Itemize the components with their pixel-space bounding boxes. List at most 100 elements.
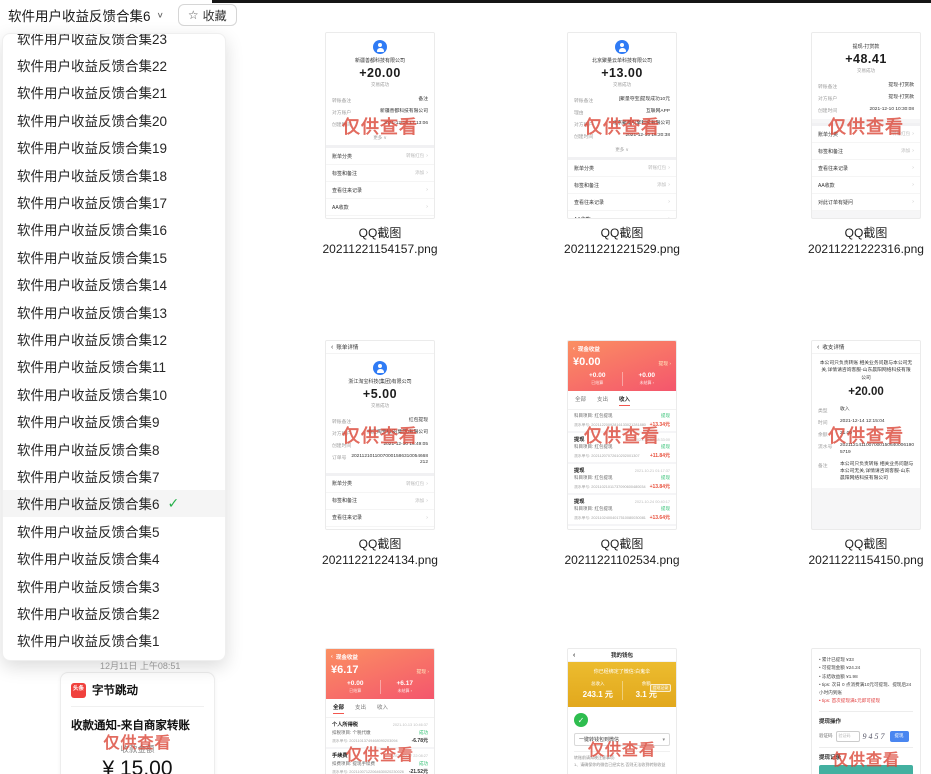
bill-menu-item[interactable]: 标签和备注添加› bbox=[812, 143, 920, 160]
bill-menu-item[interactable]: 标签和备注添加› bbox=[568, 177, 676, 194]
income-entries: 科目项目: 红包提现提现流水单号: 2021122009281613302128… bbox=[568, 410, 676, 530]
wallet-header: 你已经绑定了微信:白鬼伞 提现记录 总收入243.1 元余额3.1 元 bbox=[568, 662, 676, 707]
bill-menu-item[interactable]: 标签和备注添加› bbox=[326, 165, 434, 182]
thumbnail-image[interactable]: 北京聚量云单科技有限公司 +13.00 交易成功 转账备注[聚量夺宝]提现成功1… bbox=[567, 32, 677, 219]
dropdown-item[interactable]: 软件用户收益反馈合集6✓ bbox=[3, 490, 225, 517]
dropdown-item[interactable]: 软件用户收益反馈合集18 bbox=[3, 161, 225, 188]
bill-amount: +5.00 bbox=[330, 387, 430, 401]
gallery-cell[interactable]: 累计已提现 ¥33可提现金额 ¥24.24冻结收益额 ¥1.98tips: 次日… bbox=[786, 648, 931, 774]
income-tab[interactable]: 全部 bbox=[575, 395, 586, 406]
entry-serial: 流水单号: 20211021011737090600480034 bbox=[574, 485, 646, 490]
dropdown-item[interactable]: 软件用户收益反馈合集16 bbox=[3, 216, 225, 243]
dropdown-item[interactable]: 软件用户收益反馈合集1 bbox=[3, 627, 225, 654]
menu-label: 查看往来记录 bbox=[332, 514, 362, 521]
dropdown-item[interactable]: 软件用户收益反馈合集20 bbox=[3, 106, 225, 133]
gallery-cell[interactable]: ‹ 账单详情 浙江淘宝科技(集团)有限公司 +5.00 交易成功 转账备注红包提… bbox=[300, 340, 460, 568]
bill-summary: 新疆善都科技有限公司 +20.00 交易成功 bbox=[326, 33, 434, 92]
thumbnail-image[interactable]: 累计已提现 ¥33可提现金额 ¥24.24冻结收益额 ¥1.98tips: 次日… bbox=[811, 648, 921, 774]
entry-category: 科目项目: 红包提现提现 bbox=[574, 413, 670, 419]
bill-row: 创建时间2021-12-10 16:49:05 bbox=[332, 439, 428, 451]
gallery-cell[interactable]: ‹ 收支详情 本公司只负责转账 相关业务问题与本公司无关,详情请咨询客服-山东晨… bbox=[786, 340, 931, 568]
dropdown-item[interactable]: 软件用户收益反馈合集22 bbox=[3, 51, 225, 78]
income-stat: +6.17未结算 › bbox=[380, 680, 430, 694]
thumbnail-image[interactable]: 提现-打赏款 +48.41 交易成功 转账备注提现-打赏款对方账户提现-打赏款创… bbox=[811, 32, 921, 219]
entry-amount: +11.84元 bbox=[650, 452, 670, 459]
dropdown-item-label: 软件用户收益反馈合集20 bbox=[17, 110, 167, 130]
income-tab[interactable]: 支出 bbox=[597, 395, 608, 406]
bill-menu-item[interactable]: 对此订单有疑问› bbox=[326, 216, 434, 219]
gallery-cell[interactable]: ‹ 我的钱包 你已经绑定了微信:白鬼伞 提现记录 总收入243.1 元余额3.1… bbox=[542, 648, 702, 774]
thumbnail-image[interactable]: ‹ 现金收益 ¥0.00 提现 › +0.00已结算+0.00未结算 › 全部支… bbox=[567, 340, 677, 530]
dropdown-item[interactable]: 软件用户收益反馈合集17 bbox=[3, 188, 225, 215]
gallery-cell[interactable]: 北京聚量云单科技有限公司 +13.00 交易成功 转账备注[聚量夺宝]提现成功1… bbox=[542, 32, 702, 257]
bill-menu-item[interactable]: 查看往来记录› bbox=[326, 182, 434, 199]
bill-menu-item[interactable]: 查看往来记录› bbox=[568, 194, 676, 211]
income-tab[interactable]: 支出 bbox=[355, 703, 366, 714]
dropdown-item[interactable]: 软件用户收益反馈合集5 bbox=[3, 517, 225, 544]
thumbnail-image[interactable]: ‹ 收支详情 本公司只负责转账 相关业务问题与本公司无关,详情请咨询客服-山东晨… bbox=[811, 340, 921, 530]
bill-row: 对方账户提现-打赏款 bbox=[818, 92, 914, 104]
bill-menu-item[interactable]: 对此订单有疑问› bbox=[812, 194, 920, 211]
chevron-down-icon: ∨ bbox=[157, 11, 164, 20]
mobile-navbar: ‹ 我的钱包 bbox=[568, 649, 676, 662]
gallery-cell[interactable]: ‹ 现金收益 ¥6.17 提现 › +0.00已结算+6.17未结算 › 全部支… bbox=[300, 648, 460, 774]
dropdown-item[interactable]: 软件用户收益反馈合集7 bbox=[3, 462, 225, 489]
bill-menu-item[interactable]: 账单分类转账红包› bbox=[812, 126, 920, 143]
menu-right: › bbox=[912, 199, 914, 205]
thumbnail-image[interactable]: ‹ 账单详情 浙江淘宝科技(集团)有限公司 +5.00 交易成功 转账备注红包提… bbox=[325, 340, 435, 530]
entry-status-badge: 提现 bbox=[661, 444, 670, 450]
income-tabs: 全部支出收入 bbox=[568, 391, 676, 410]
dropdown-item[interactable]: 软件用户收益反馈合集8 bbox=[3, 435, 225, 462]
menu-right: › bbox=[668, 216, 670, 219]
dropdown-item[interactable]: 软件用户收益反馈合集9 bbox=[3, 407, 225, 434]
thumbnail-image[interactable]: ‹ 现金收益 ¥6.17 提现 › +0.00已结算+6.17未结算 › 全部支… bbox=[325, 648, 435, 774]
income-tab[interactable]: 全部 bbox=[333, 703, 344, 714]
bill-menu-item[interactable]: 查看往来记录› bbox=[326, 510, 434, 527]
wallet-stat: 总收入243.1 元 bbox=[574, 681, 622, 700]
gallery-cell[interactable]: ‹ 现金收益 ¥0.00 提现 › +0.00已结算+0.00未结算 › 全部支… bbox=[542, 340, 702, 568]
entry-status-badge: 成功 bbox=[419, 761, 428, 767]
dropdown-item[interactable]: 软件用户收益反馈合集10 bbox=[3, 380, 225, 407]
row-value: 2021-12-15 16:20:38 bbox=[625, 133, 670, 140]
dropdown-item[interactable]: 软件用户收益反馈合集4 bbox=[3, 544, 225, 571]
bill-menu-item[interactable]: 查看往来记录› bbox=[812, 160, 920, 177]
dropdown-item[interactable]: 软件用户收益反馈合集12 bbox=[3, 325, 225, 352]
dropdown-item[interactable]: 软件用户收益反馈合集13 bbox=[3, 298, 225, 325]
dropdown-item[interactable]: 软件用户收益反馈合集19 bbox=[3, 134, 225, 161]
favorite-button[interactable]: ☆ 收藏 bbox=[178, 4, 237, 26]
dropdown-item[interactable]: 软件用户收益反馈合集15 bbox=[3, 243, 225, 270]
bill-menu-item[interactable]: AA收款› bbox=[326, 199, 434, 216]
dropdown-item[interactable]: 软件用户收益反馈合集2 bbox=[3, 599, 225, 626]
dropdown-item[interactable]: 软件用户收益反馈合集14 bbox=[3, 271, 225, 298]
star-icon: ☆ bbox=[188, 8, 199, 22]
bill-menu-item[interactable]: 账单分类转账红包› bbox=[568, 160, 676, 177]
thumbnail-image[interactable]: 新疆善都科技有限公司 +20.00 交易成功 转账备注备注对方账户新疆善都科技有… bbox=[325, 32, 435, 219]
entry-category: 科目项目: 红包提现提现 bbox=[574, 444, 670, 450]
bill-menu-item[interactable]: 账单分类转账红包› bbox=[326, 476, 434, 493]
album-title-dropdown-trigger[interactable]: 软件用户收益反馈合集6 ∨ bbox=[8, 5, 164, 25]
dropdown-item[interactable]: 软件用户收益反馈合集21 bbox=[3, 79, 225, 106]
income-tab[interactable]: 收入 bbox=[619, 395, 630, 406]
gallery-cell[interactable]: 提现-打赏款 +48.41 交易成功 转账备注提现-打赏款对方账户提现-打赏款创… bbox=[786, 32, 931, 257]
dropdown-item[interactable]: 软件用户收益反馈合集23 bbox=[3, 33, 225, 51]
dropdown-item-label: 软件用户收益反馈合集6 bbox=[17, 493, 160, 513]
entry-date: 2021-12-07 18:33:00 bbox=[635, 438, 670, 442]
income-entry: 提现2021-12-07 18:33:00科目项目: 红包提现提现流水单号: 2… bbox=[568, 433, 676, 464]
gallery-cell[interactable]: 新疆善都科技有限公司 +20.00 交易成功 转账备注备注对方账户新疆善都科技有… bbox=[300, 32, 460, 257]
row-label: 理由 bbox=[574, 109, 584, 116]
bill-menu-item[interactable]: 账单分类转账红包› bbox=[326, 148, 434, 165]
menu-right: › bbox=[668, 199, 670, 205]
dropdown-item-label: 软件用户收益反馈合集15 bbox=[17, 247, 167, 267]
bill-menu-item[interactable]: AA收款› bbox=[326, 527, 434, 530]
income-tab[interactable]: 收入 bbox=[377, 703, 388, 714]
bytedance-payment-card[interactable]: 头条 字节跳动 收款通知-来自商家转账 收款金额 ¥ 15.00 仅供查看 bbox=[60, 672, 215, 774]
bill-menu-item[interactable]: AA收款› bbox=[812, 177, 920, 194]
bill-menu-item[interactable]: AA收款› bbox=[568, 211, 676, 219]
dropdown-item[interactable]: 软件用户收益反馈合集3 bbox=[3, 572, 225, 599]
chevron-right-icon: › bbox=[426, 481, 428, 487]
dropdown-item[interactable]: 软件用户收益反馈合集11 bbox=[3, 353, 225, 380]
bill-menu-item[interactable]: 标签和备注添加› bbox=[326, 493, 434, 510]
entry-category: 扣费项目: 提现手续费成功 bbox=[332, 761, 428, 767]
thumbnail-image[interactable]: ‹ 我的钱包 你已经绑定了微信:白鬼伞 提现记录 总收入243.1 元余额3.1… bbox=[567, 648, 677, 774]
entry-title: 提现 bbox=[574, 467, 584, 474]
